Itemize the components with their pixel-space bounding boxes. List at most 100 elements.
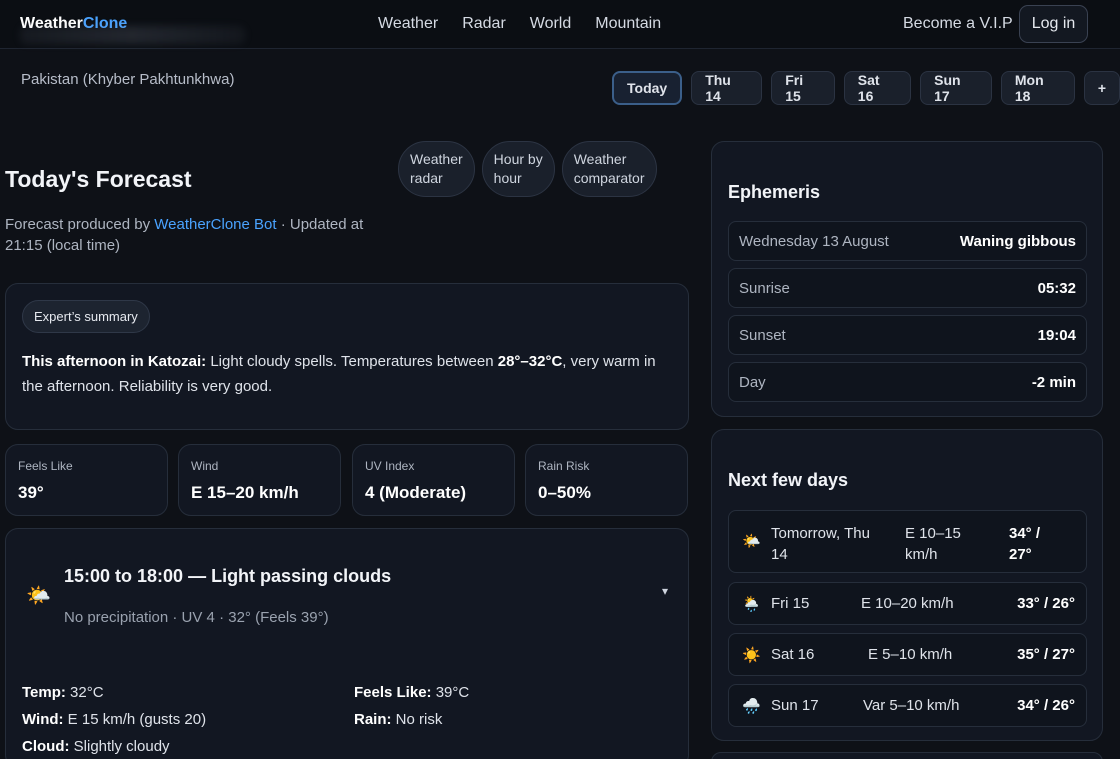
summary-temps: 28°–32°C bbox=[497, 353, 563, 370]
stat-value: 4 (Moderate) bbox=[365, 483, 467, 502]
chevron-down-icon[interactable]: ▾ bbox=[662, 584, 668, 598]
page-title: Today's Forecast bbox=[5, 166, 192, 192]
summary-text-1: Light cloudy spells. Temperatures betwee… bbox=[206, 353, 498, 370]
detail-key: Cloud: bbox=[22, 738, 70, 755]
ephemeris-value: Waning gibbous bbox=[959, 232, 1076, 250]
next-day-temp: 34° / 26° bbox=[1017, 697, 1075, 714]
main-nav: Weather Radar World Mountain bbox=[378, 15, 661, 33]
ephemeris-row-day-length: Day -2 min bbox=[728, 362, 1087, 402]
ephemeris-key: Day bbox=[739, 373, 766, 391]
next-days-card: Next few days 🌤️ Tomorrow, Thu 14 E 10–1… bbox=[711, 429, 1103, 741]
period-subtitle: No precipitation · UV 4 · 32° (Feels 39°… bbox=[64, 609, 329, 626]
detail-key: Feels Like: bbox=[354, 684, 432, 701]
weather-radar-button[interactable]: Weather radar bbox=[398, 141, 475, 197]
weather-comparator-button[interactable]: Weather comparator bbox=[561, 141, 657, 197]
ephemeris-key: Sunrise bbox=[739, 279, 790, 297]
next-day-wind: E 5–10 km/h bbox=[868, 646, 953, 663]
detail-feels-like: Feels Like: 39°C bbox=[354, 684, 469, 701]
rain-cloud-icon: 🌧️ bbox=[742, 698, 761, 715]
stat-rain-risk: Rain Risk 0–50% bbox=[525, 444, 688, 516]
detail-value: 39°C bbox=[431, 684, 470, 701]
blurred-tagline bbox=[20, 26, 245, 44]
summary-text: This afternoon in Katozai: Light cloudy … bbox=[22, 349, 677, 399]
ephemeris-title: Ephemeris bbox=[728, 182, 821, 202]
detail-cloud: Cloud: Slightly cloudy bbox=[22, 738, 170, 755]
next-day-wind-line-1: E 10–15 bbox=[905, 525, 961, 542]
stat-label: UV Index bbox=[365, 459, 415, 473]
tab-sun-17[interactable]: Sun 17 bbox=[920, 71, 992, 105]
next-day-wind: Var 5–10 km/h bbox=[863, 697, 960, 714]
next-day-row[interactable]: 🌦️ Fri 15 E 10–20 km/h 33° / 26° bbox=[728, 582, 1087, 625]
stat-wind: Wind E 15–20 km/h bbox=[178, 444, 341, 516]
tab-mon-18[interactable]: Mon 18 bbox=[1000, 71, 1075, 105]
next-day-date: Fri 15 bbox=[771, 595, 810, 612]
tab-thu-14[interactable]: Thu 14 bbox=[691, 71, 763, 105]
sun-icon: ☀️ bbox=[742, 647, 761, 664]
next-day-row[interactable]: ☀️ Sat 16 E 5–10 km/h 35° / 27° bbox=[728, 633, 1087, 676]
pill-line-1: Weather bbox=[573, 151, 627, 167]
nav-link-world[interactable]: World bbox=[530, 15, 572, 33]
next-day-wind-line-2: km/h bbox=[905, 546, 938, 563]
next-card-peek bbox=[711, 752, 1103, 759]
stat-label: Rain Risk bbox=[538, 459, 590, 473]
nav-link-mountain[interactable]: Mountain bbox=[595, 15, 661, 33]
next-day-date: Sun 17 bbox=[771, 697, 819, 714]
detail-temp: Temp: 32°C bbox=[22, 684, 104, 701]
pill-line-1: Weather bbox=[410, 151, 463, 167]
stat-value: E 15–20 km/h bbox=[191, 483, 299, 502]
pill-line-2: hour bbox=[493, 170, 522, 186]
stat-feels-like: Feels Like 39° bbox=[5, 444, 168, 516]
partly-cloudy-icon: 🌤️ bbox=[26, 585, 51, 607]
stat-value: 39° bbox=[18, 483, 44, 502]
tab-more-days[interactable]: + bbox=[1083, 71, 1120, 105]
next-day-row[interactable]: 🌤️ Tomorrow, Thu 14 E 10–15 km/h 34° / 2… bbox=[728, 510, 1087, 573]
detail-value: 32°C bbox=[65, 684, 104, 701]
next-day-wind: E 10–15 km/h bbox=[905, 523, 961, 565]
nav-link-weather[interactable]: Weather bbox=[378, 15, 438, 33]
next-day-temp: 35° / 27° bbox=[1017, 646, 1075, 663]
forecast-period-card[interactable]: 🌤️ 15:00 to 18:00 — Light passing clouds… bbox=[5, 528, 689, 759]
next-day-temp: 33° / 26° bbox=[1017, 595, 1075, 612]
next-day-row[interactable]: 🌧️ Sun 17 Var 5–10 km/h 34° / 26° bbox=[728, 684, 1087, 727]
bot-link[interactable]: WeatherClone Bot bbox=[154, 216, 276, 233]
next-day-date: Tomorrow, Thu 14 bbox=[771, 523, 870, 565]
stat-label: Wind bbox=[191, 459, 219, 473]
ephemeris-key: Wednesday 13 August bbox=[739, 232, 889, 250]
attribution-prefix: Forecast produced by bbox=[5, 216, 155, 233]
next-day-wind: E 10–20 km/h bbox=[861, 595, 954, 612]
detail-key: Temp: bbox=[22, 684, 66, 701]
tab-sat-16[interactable]: Sat 16 bbox=[843, 71, 912, 105]
detail-wind: Wind: E 15 km/h (gusts 20) bbox=[22, 711, 206, 728]
tab-fri-15[interactable]: Fri 15 bbox=[771, 71, 835, 105]
become-vip-link[interactable]: Become a V.I.P bbox=[903, 15, 1013, 33]
stat-label: Feels Like bbox=[18, 459, 73, 473]
login-button[interactable]: Log in bbox=[1019, 5, 1088, 43]
view-pills: Weather radar Hour by hour Weather comparat… bbox=[398, 141, 657, 197]
ephemeris-value: 05:32 bbox=[1037, 279, 1076, 297]
ephemeris-row-date: Wednesday 13 August Waning gibbous bbox=[728, 221, 1087, 261]
ephemeris-key: Sunset bbox=[739, 326, 786, 344]
period-title: 15:00 to 18:00 — Light passing clouds bbox=[64, 566, 392, 586]
expert-summary-badge: Expert’s summary bbox=[22, 300, 150, 333]
top-navigation: WeatherClone Weather Radar World Mountai… bbox=[0, 0, 1120, 49]
partly-sunny-icon: 🌤️ bbox=[742, 533, 761, 550]
next-day-date-line-2: 14 bbox=[771, 546, 788, 563]
stat-value: 0–50% bbox=[538, 483, 591, 502]
tab-today[interactable]: Today bbox=[612, 71, 683, 105]
nav-link-radar[interactable]: Radar bbox=[462, 15, 506, 33]
next-day-temp: 34° / 27° bbox=[1009, 523, 1040, 565]
next-day-temp-line-2: 27° bbox=[1009, 546, 1032, 563]
detail-key: Rain: bbox=[354, 711, 392, 728]
next-day-temp-line-1: 34° / bbox=[1009, 525, 1041, 542]
next-day-date-line-1: Tomorrow, Thu bbox=[771, 525, 870, 542]
hour-by-hour-button[interactable]: Hour by hour bbox=[481, 141, 555, 197]
detail-key: Wind: bbox=[22, 711, 64, 728]
forecast-attribution: Forecast produced by WeatherClone Bot · … bbox=[5, 214, 395, 256]
expert-summary-card: Expert’s summary This afternoon in Katoz… bbox=[5, 283, 689, 430]
detail-value: Slightly cloudy bbox=[69, 738, 170, 755]
ephemeris-value: 19:04 bbox=[1037, 326, 1076, 344]
day-tabs: Today Thu 14 Fri 15 Sat 16 Sun 17 Mon 18… bbox=[612, 71, 1120, 105]
pill-line-2: comparator bbox=[573, 170, 645, 186]
next-days-title: Next few days bbox=[728, 470, 849, 490]
pill-line-1: Hour by bbox=[493, 151, 543, 167]
